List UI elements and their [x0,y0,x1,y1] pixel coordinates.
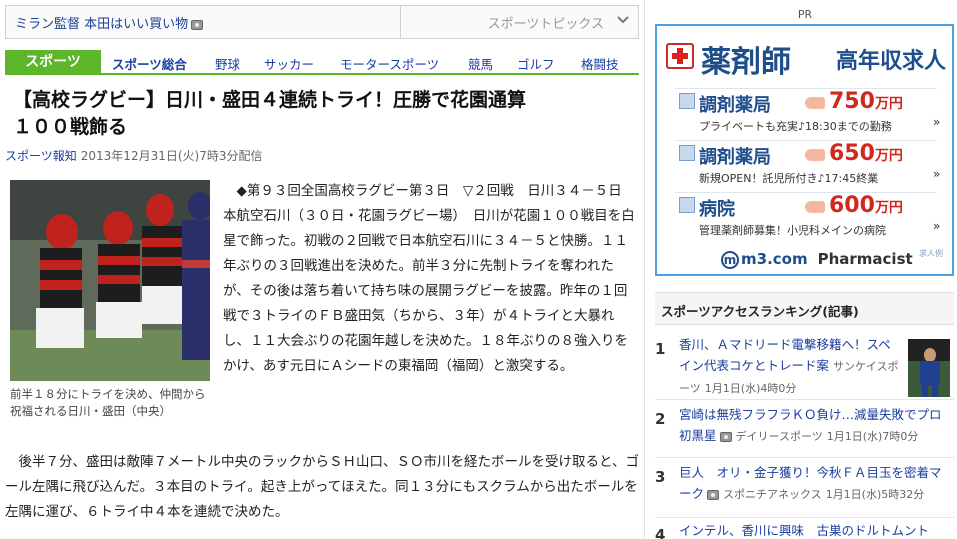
ad-offer-kind: 調剤薬局 [699,95,771,116]
topic-bar: ミラン監督 本田はいい買い物 スポーツトピックス [5,5,639,39]
rank-date: 1月1日(水)7時0分 [826,430,919,443]
ranking-title: スポーツアクセスランキング(記事) [661,304,859,319]
ad-more-icon: » [933,219,941,233]
ad-title2: 高年収求人 [836,49,947,74]
pharmacy-icon [679,93,695,109]
ad-more-icon: » [933,167,941,181]
nav-item-sports-general[interactable]: スポーツ総合 [112,54,187,73]
rank-text[interactable]: 巨人 オリ・金子獲り！今秋ＦＡ目玉を密着マーク スポニチアネックス 1月1日(水)5… [679,462,951,505]
article-body: 後半７分、盛田は敵陣７メートル中央のラックからＳＨ山口、ＳＯ市川を経たボールを受… [5,454,639,520]
ad-offer-pay: 600万円 [829,193,903,218]
nav-item-soccer[interactable]: サッカー [264,54,314,73]
ad-offer-note: 管理薬剤師募集！小児科メインの病院 [699,224,886,237]
rank-text[interactable]: インテル、香川に興味 古巣のドルトムント [679,520,951,539]
article-meta: スポーツ報知 2013年12月31日(火)7時3分配信 [5,147,262,164]
rank-number: 1 [655,340,666,358]
divider [400,6,401,38]
ticker-text: ミラン監督 本田はいい買い物 [15,17,189,32]
nav-brand-sports[interactable]: スポーツ [5,50,101,75]
ad-offer-note: 新規OPEN！託児所付き♪17:45終業 [699,172,879,185]
rank-title[interactable]: インテル、香川に興味 古巣のドルトムント [679,523,929,538]
pr-label: PR [797,8,813,21]
rank-source: デイリースポーツ [735,430,823,443]
ad-title: 薬剤師 [701,45,791,80]
ad-offer-kind: 病院 [699,199,735,220]
ranking-item[interactable]: 2 宮崎は無残フラフラＫＯ負け…減量失敗でプロ初黒星 デイリースポーツ 1月1日(水… [655,404,954,458]
rank-date: 1月1日(水)5時32分 [825,488,925,501]
ad-offer-pay: 650万円 [829,141,903,166]
medical-cross-icon [666,43,694,69]
ad-offer[interactable]: 病院 600万円 管理薬剤師募集！小児科メインの病院 » [675,192,941,240]
m3-logo-icon: m [721,250,739,269]
ad-more-icon: » [933,115,941,129]
ad-offer[interactable]: 調剤薬局 750万円 プライベートも充実♪18:30までの勤務 » [675,88,941,136]
ranking-item[interactable]: 1 香川、Ａマドリード電撃移籍へ！スペイン代表コケとトレード案 サンケイスポーツ 1… [655,334,954,400]
pharmacist-job-ad[interactable]: 薬剤師 高年収求人 調剤薬局 750万円 プライベートも充実♪18:30までの勤… [655,24,954,276]
nav-item-motorsports[interactable]: モータースポーツ [340,54,439,73]
ad-offer[interactable]: 調剤薬局 650万円 新規OPEN！託児所付き♪17:45終業 » [675,140,941,188]
ranking-header: スポーツアクセスランキング(記事) [655,292,954,325]
nav-item-baseball[interactable]: 野球 [215,54,240,73]
rank-text[interactable]: 香川、Ａマドリード電撃移籍へ！スペイン代表コケとトレード案 サンケイスポーツ 1月1… [679,334,901,399]
ranking-item[interactable]: 4 インテル、香川に興味 古巣のドルトムント [655,520,954,539]
headline-line1: 【高校ラグビー】日川・盛田４連続トライ！圧勝で花園通算 [13,89,527,111]
column-divider [644,0,645,539]
nav-item-martial-arts[interactable]: 格闘技 [581,54,619,73]
sports-nav: スポーツ スポーツ総合 野球 サッカー モータースポーツ 競馬 ゴルフ 格闘技 [5,48,639,75]
rank-number: 2 [655,410,666,428]
ranking-item[interactable]: 3 巨人 オリ・金子獲り！今秋ＦＡ目玉を密着マーク スポニチアネックス 1月1日(水… [655,462,954,518]
hand-icon [805,201,825,213]
nav-item-golf[interactable]: ゴルフ [517,54,555,73]
camera-icon [719,431,732,442]
article-headline: 【高校ラグビー】日川・盛田４連続トライ！圧勝で花園通算 １００戦飾る [13,87,613,141]
pharmacy-icon [679,145,695,161]
ad-offer-pay: 750万円 [829,89,903,114]
ticker-link[interactable]: ミラン監督 本田はいい買い物 [15,13,204,32]
camera-icon [707,489,720,500]
nav-item-horse-racing[interactable]: 競馬 [468,54,493,73]
hand-icon [805,97,825,109]
chevron-down-icon[interactable] [615,12,631,32]
rank-number: 4 [655,526,666,539]
ad-small-note: 求人例 [919,249,943,258]
ad-header: 薬剤師 高年収求人 [661,31,949,80]
article-source-link[interactable]: スポーツ報知 [5,149,77,163]
rank-source: スポニチアネックス [723,488,822,501]
article-photo[interactable] [10,180,210,381]
headline-line2: １００戦飾る [13,116,128,138]
topics-dropdown-label[interactable]: スポーツトピックス [406,13,604,32]
rank-text[interactable]: 宮崎は無残フラフラＫＯ負け…減量失敗でプロ初黒星 デイリースポーツ 1月1日(水)7… [679,404,951,447]
photo-caption: 前半１８分にトライを決め、仲間から祝福される日川・盛田（中央） [10,387,206,418]
ad-offer-kind: 調剤薬局 [699,147,771,168]
hospital-icon [679,197,695,213]
m3-logo: m m3.com Pharmacist [721,250,913,269]
ad-offer-note: プライベートも充実♪18:30までの勤務 [699,120,892,133]
hand-icon [805,149,825,161]
rank-number: 3 [655,468,666,486]
rank-thumbnail[interactable] [908,339,950,397]
article-lead: ◆第９３回全国高校ラグビー第３日 ▽２回戦 日川３４－５日本航空石川（３０日・花… [223,183,635,374]
article-date: 2013年12月31日(火)7時3分配信 [80,149,263,163]
camera-icon [191,19,204,30]
rank-date: 1月1日(水)4時0分 [704,382,797,395]
